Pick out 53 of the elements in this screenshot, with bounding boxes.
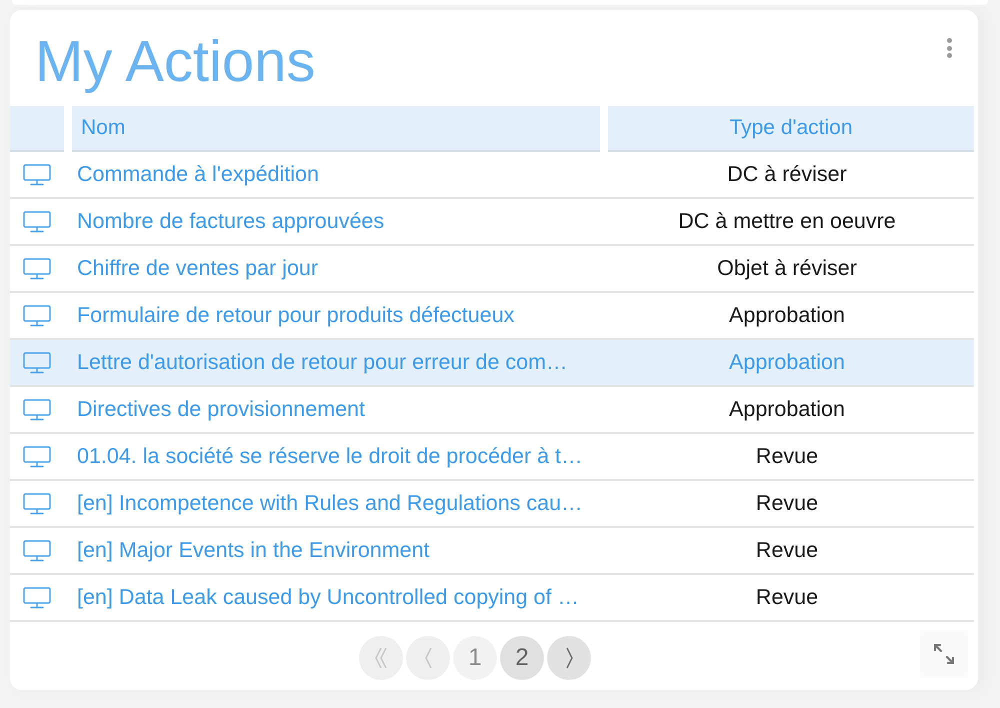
monitor-icon xyxy=(23,210,51,232)
monitor-icon xyxy=(23,492,51,514)
monitor-icon xyxy=(23,164,51,186)
page-button[interactable]: 1 xyxy=(453,636,497,680)
action-link[interactable]: Nombre de factures approuvées xyxy=(77,205,384,238)
card-title: My Actions xyxy=(35,33,316,91)
expand-icon xyxy=(934,644,954,664)
table-header-cell xyxy=(10,106,64,152)
monitor-icon xyxy=(23,540,51,562)
action-link[interactable]: [en] Major Events in the Environment xyxy=(77,534,430,567)
table-cell-text: Revue xyxy=(756,490,818,518)
monitor-icon xyxy=(23,304,51,326)
table-cell-text: Objet à réviser xyxy=(717,255,857,282)
table-cell-text: DC à mettre en oeuvre xyxy=(678,208,896,236)
table-row[interactable]: [en] Major Events in the Environment Revue xyxy=(10,528,974,575)
action-link[interactable]: Lettre d'autorisation de retour pour erreur de com… xyxy=(77,346,568,379)
action-link[interactable]: Formulaire de retour pour produits défectueux xyxy=(77,299,514,332)
chevron-right-icon xyxy=(566,647,572,669)
table-row[interactable]: Lettre d'autorisation de retour pour erreur de com… Approbation xyxy=(10,340,974,387)
table-row[interactable]: Commande à l'expédition DC à réviser xyxy=(10,152,974,199)
table-cell-text: Revue xyxy=(756,443,818,470)
table-row[interactable]: Nombre de factures approuvées DC à mettre en oeuvre xyxy=(10,199,974,246)
action-link[interactable]: 01.04. la société se réserve le droit de procéder à t… xyxy=(77,440,583,473)
table-cell-text: Approbation xyxy=(729,396,845,424)
chevron-left-icon xyxy=(424,647,432,669)
monitor-icon xyxy=(23,258,51,280)
monitor-icon xyxy=(23,352,51,374)
column-header: Type d'action xyxy=(608,106,974,152)
table-cell-text: Revue xyxy=(756,584,818,612)
action-link[interactable]: Directives de provisionnement xyxy=(77,393,365,426)
table-cell-text: DC à réviser xyxy=(727,161,847,188)
action-link[interactable]: [en] Incompetence with Rules and Regulations cau… xyxy=(77,487,583,520)
table-row[interactable]: Directives de provisionnement Approbation xyxy=(10,387,974,434)
table-row[interactable]: Chiffre de ventes par jour Objet à réviser xyxy=(10,246,974,293)
action-link[interactable]: Chiffre de ventes par jour xyxy=(77,252,318,285)
action-link[interactable]: Commande à l'expédition xyxy=(77,158,319,191)
more-options-icon[interactable] xyxy=(946,38,952,58)
table-row[interactable]: Formulaire de retour pour produits défectueux Approbation xyxy=(10,293,974,340)
monitor-icon xyxy=(23,398,51,420)
table-cell-text: Approbation xyxy=(729,349,845,376)
page-button[interactable]: 2 xyxy=(500,636,544,680)
table-cell-text: Approbation xyxy=(729,302,845,330)
monitor-icon xyxy=(23,446,51,468)
monitor-icon xyxy=(23,586,51,608)
next-page-button[interactable] xyxy=(547,636,591,680)
table-row[interactable]: [en] Data Leak caused by Uncontrolled copying of … Revue xyxy=(10,575,974,622)
table-cell-text: Revue xyxy=(756,537,818,564)
expand-button[interactable] xyxy=(920,630,968,678)
table-row[interactable]: [en] Incompetence with Rules and Regulations cau… Revue xyxy=(10,481,974,528)
table-row[interactable]: 01.04. la société se réserve le droit de procéder à t… Revue xyxy=(10,434,974,481)
double-chevron-left-icon xyxy=(375,647,387,669)
action-link[interactable]: [en] Data Leak caused by Uncontrolled copying of … xyxy=(77,581,579,614)
column-header: Nom xyxy=(72,106,600,152)
